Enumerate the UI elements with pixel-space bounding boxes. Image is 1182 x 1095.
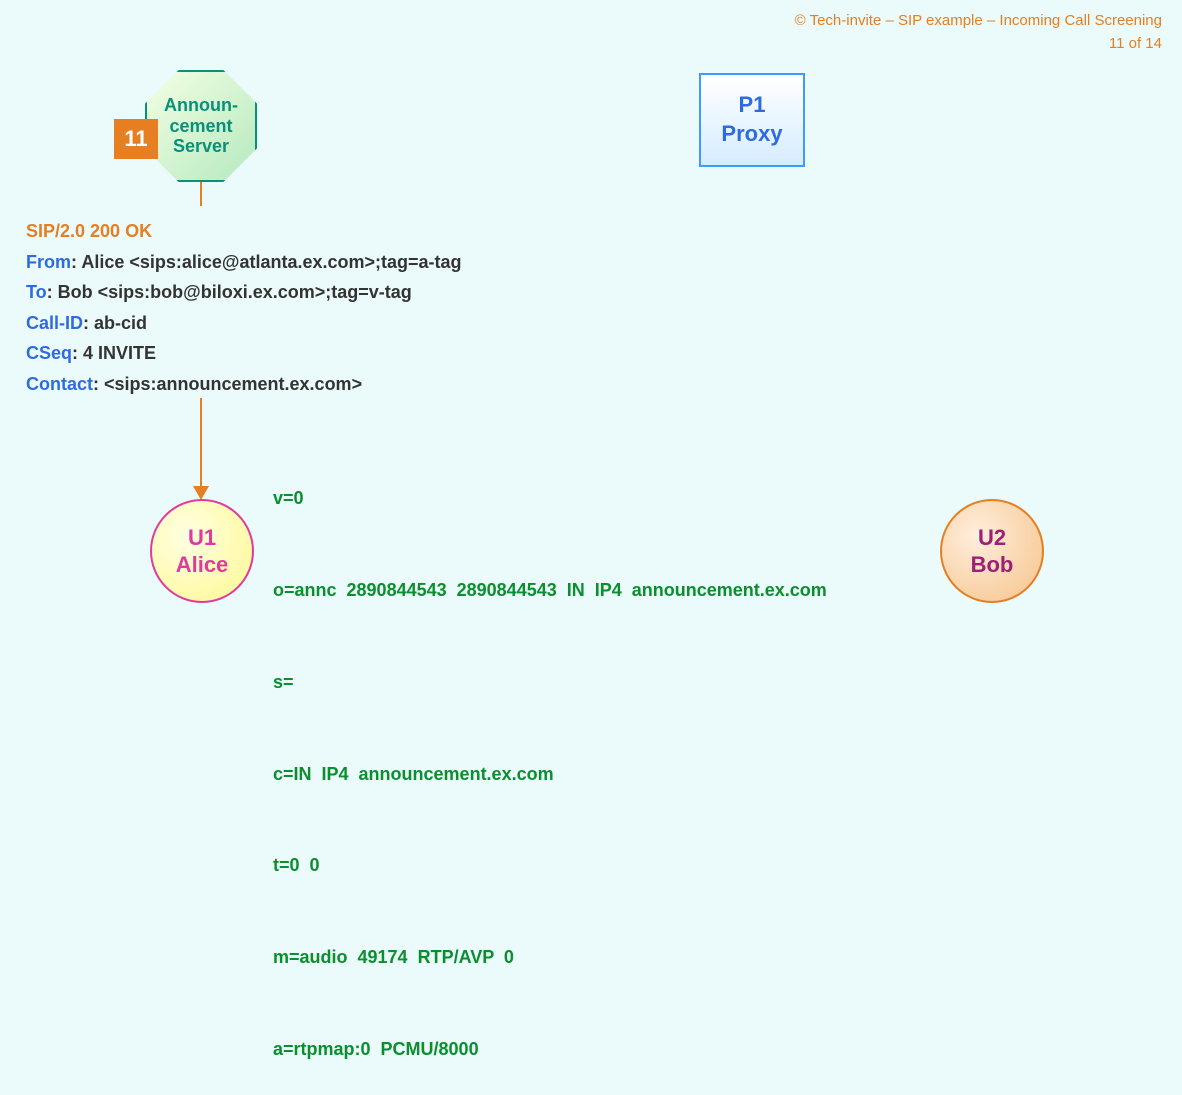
sip-header-row: From: Alice <sips:alice@atlanta.ex.com>;…: [26, 247, 462, 278]
alice-line1: U1: [188, 524, 216, 552]
connector-line-top: [200, 182, 202, 206]
announcement-line1: Announ-: [164, 95, 238, 115]
bob-line1: U2: [978, 524, 1006, 552]
sip-header-row: Call-ID: ab-cid: [26, 308, 462, 339]
sdp-line: s=: [273, 667, 827, 698]
arrow-line: [200, 398, 202, 488]
header-title: © Tech-invite – SIP example – Incoming C…: [795, 10, 1162, 33]
arrow-down-icon: [193, 486, 209, 500]
sdp-line: c=IN IP4 announcement.ex.com: [273, 759, 827, 790]
sdp-block: v=0 o=annc 2890844543 2890844543 IN IP4 …: [273, 422, 827, 1095]
proxy-line1: P1: [739, 91, 766, 120]
sdp-line: t=0 0: [273, 850, 827, 881]
sip-message: SIP/2.0 200 OK From: Alice <sips:alice@a…: [26, 216, 462, 400]
announcement-server-node: Announ- cement Server: [145, 70, 257, 182]
proxy-node: P1 Proxy: [699, 73, 805, 167]
sdp-line: a=rtpmap:0 PCMU/8000: [273, 1034, 827, 1065]
sdp-line: o=annc 2890844543 2890844543 IN IP4 anno…: [273, 575, 827, 606]
header: © Tech-invite – SIP example – Incoming C…: [795, 10, 1162, 55]
bob-node: U2 Bob: [940, 499, 1044, 603]
bob-line2: Bob: [971, 551, 1014, 579]
alice-node: U1 Alice: [150, 499, 254, 603]
announcement-line3: Server: [173, 136, 229, 156]
sip-header-row: CSeq: 4 INVITE: [26, 338, 462, 369]
sdp-line: m=audio 49174 RTP/AVP 0: [273, 942, 827, 973]
header-page: 11 of 14: [795, 33, 1162, 56]
alice-line2: Alice: [176, 551, 229, 579]
sip-header-row: To: Bob <sips:bob@biloxi.ex.com>;tag=v-t…: [26, 277, 462, 308]
sip-status-line: SIP/2.0 200 OK: [26, 216, 462, 247]
sdp-line: v=0: [273, 483, 827, 514]
step-badge: 11: [114, 119, 158, 159]
proxy-line2: Proxy: [721, 120, 782, 149]
sip-header-row: Contact: <sips:announcement.ex.com>: [26, 369, 462, 400]
announcement-line2: cement: [169, 116, 232, 136]
